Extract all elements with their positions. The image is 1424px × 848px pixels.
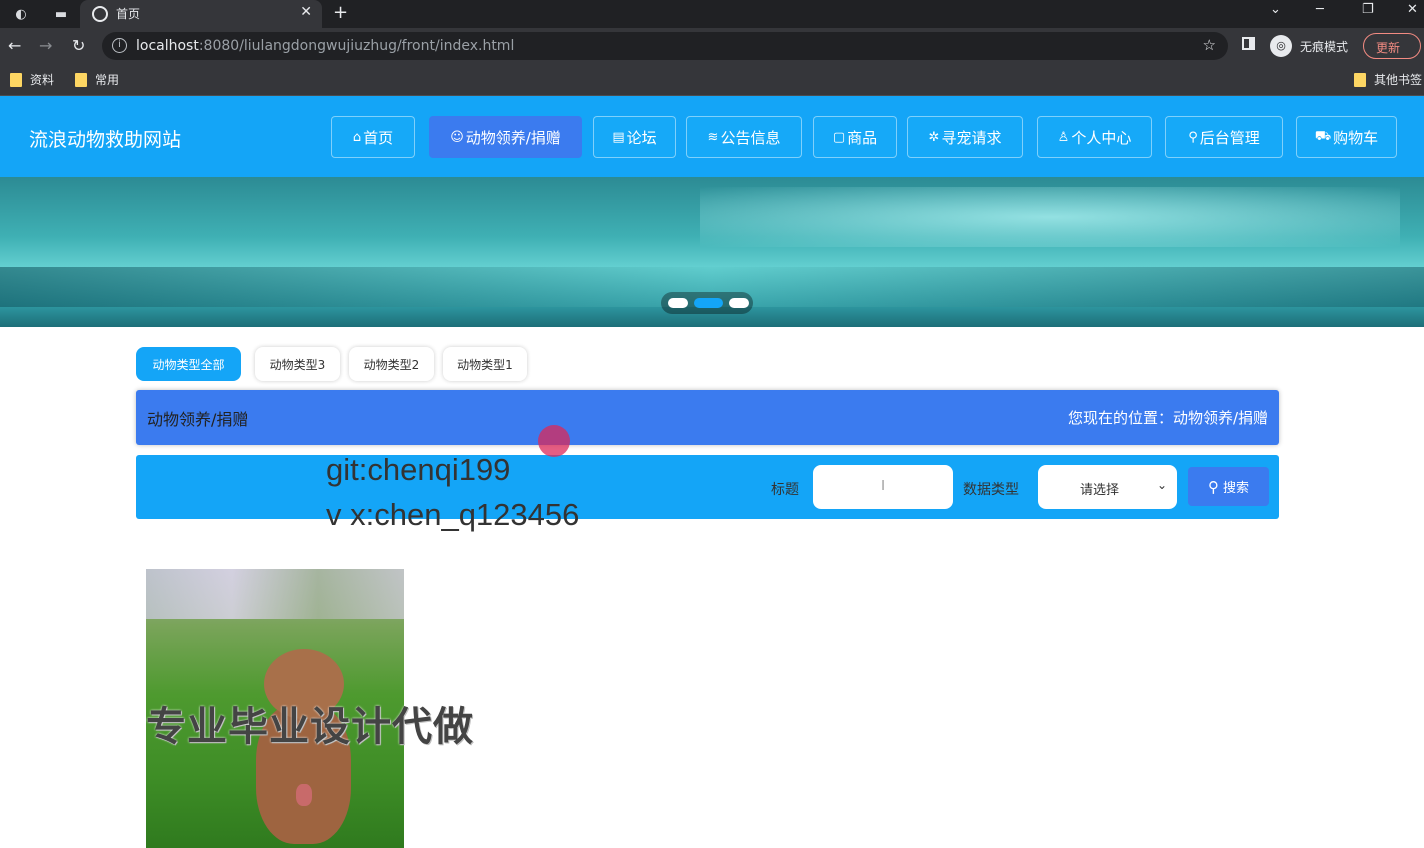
carousel-dot[interactable] [668, 298, 688, 308]
filter-all-types[interactable]: 动物类型全部 [136, 347, 241, 381]
globe-icon [92, 6, 108, 22]
minimize-icon[interactable]: ─ [1316, 2, 1324, 17]
current-location: 您现在的位置：动物领养/捐赠 [1067, 409, 1268, 427]
side-panel-icon[interactable] [1242, 37, 1255, 50]
site-title: 流浪动物救助网站 [29, 129, 182, 151]
document-icon: ▢ [832, 129, 846, 145]
restore-icon[interactable]: ❐ [1362, 2, 1374, 17]
bookmark-folder[interactable]: 资料 [10, 71, 54, 88]
search-bar: 标题 I 数据类型 请选择 ⌄ ⚲ 搜索 [136, 455, 1279, 519]
section-title: 动物领养/捐赠 [147, 410, 249, 429]
layers-icon: ≋ [707, 129, 719, 145]
url-bar[interactable]: i localhost:8080/liulangdongwujiuzhug/fr… [102, 32, 1228, 60]
nav-cart[interactable]: ⛟ 购物车 [1296, 116, 1397, 158]
title-label: 标题 [771, 482, 799, 498]
tab-title: 首页 [116, 7, 141, 21]
url-text: localhost:8080/liulangdongwujiuzhug/fron… [136, 38, 515, 54]
reload-icon[interactable]: ↻ [72, 36, 85, 55]
bookmark-folder[interactable]: 常用 [75, 71, 119, 88]
type-label: 数据类型 [963, 482, 1019, 498]
browser-menu-icon[interactable]: ◐ [10, 3, 32, 25]
folder-icon [1354, 72, 1366, 87]
search-button[interactable]: ⚲ 搜索 [1188, 467, 1269, 506]
new-tab-icon[interactable]: + [333, 2, 348, 23]
bookmarks-bar: 资料 常用 其他书签 [0, 64, 1424, 96]
carousel-dot[interactable] [729, 298, 749, 308]
forum-icon: ▤ [612, 129, 625, 145]
carousel-dot-active[interactable] [694, 298, 723, 308]
tab-list-icon[interactable]: ⌄ [1270, 2, 1281, 17]
other-bookmarks[interactable]: 其他书签 [1354, 71, 1422, 88]
breadcrumb: 动物领养/捐赠 您现在的位置：动物领养/捐赠 [136, 390, 1279, 445]
watermark-overlay: 专业毕业设计代做 [146, 704, 474, 750]
link-icon: ⚲ [1188, 129, 1198, 145]
site-info-icon[interactable]: i [112, 38, 127, 53]
back-icon[interactable]: ← [8, 36, 21, 55]
address-toolbar: ← → ↻ i localhost:8080/liulangdongwujiuz… [0, 28, 1424, 64]
cursor-highlight [538, 425, 570, 457]
tab-search-icon[interactable]: ▬ [50, 3, 72, 25]
nav-goods[interactable]: ▢ 商品 [813, 116, 897, 158]
nav-pet-search[interactable]: ✲ 寻宠请求 [907, 116, 1023, 158]
watermark-git: git:chenqi199 [326, 452, 511, 487]
close-window-icon[interactable]: ✕ [1407, 2, 1418, 17]
bookmark-star-icon[interactable]: ☆ [1203, 36, 1216, 54]
filter-type-1[interactable]: 动物类型1 [443, 347, 527, 381]
website: 流浪动物救助网站 ⌂ 首页 ☺ 动物领养/捐赠 ▤ 论坛 ≋ 公告信息 ▢ 商品 ✲ 寻宠请… [0, 96, 1424, 848]
incognito-icon: ◎ [1270, 35, 1292, 57]
banner-carousel [0, 177, 1424, 327]
nav-announcements[interactable]: ≋ 公告信息 [686, 116, 802, 158]
chevron-down-icon: ⌄ [1156, 478, 1167, 492]
nav-forum[interactable]: ▤ 论坛 [593, 116, 676, 158]
home-icon: ⌂ [352, 129, 362, 145]
incognito-label: 无痕模式 [1300, 40, 1349, 54]
refresh-icon: ✲ [928, 129, 940, 145]
forward-icon[interactable]: → [39, 36, 52, 55]
pet-icon: ☺ [450, 129, 464, 145]
update-button[interactable]: 更新 [1363, 33, 1421, 59]
title-search-input[interactable]: I [813, 465, 953, 509]
carousel-indicators [661, 292, 753, 314]
cart-icon: ⛟ [1314, 128, 1332, 144]
filter-type-3[interactable]: 动物类型3 [255, 347, 340, 381]
nav-adoption[interactable]: ☺ 动物领养/捐赠 [429, 116, 582, 158]
nav-admin[interactable]: ⚲ 后台管理 [1165, 116, 1283, 158]
site-header: 流浪动物救助网站 ⌂ 首页 ☺ 动物领养/捐赠 ▤ 论坛 ≋ 公告信息 ▢ 商品 ✲ 寻宠请… [0, 96, 1424, 177]
browser-tab-bar: ◐ ▬ 首页 ✕ + ⌄ ─ ❐ ✕ [0, 0, 1424, 28]
nav-personal-center[interactable]: ♙ 个人中心 [1037, 116, 1152, 158]
nav-home[interactable]: ⌂ 首页 [331, 116, 415, 158]
folder-icon [75, 72, 87, 87]
folder-icon [10, 72, 22, 87]
browser-tab[interactable]: 首页 ✕ [80, 0, 322, 28]
search-icon: ⚲ [1207, 477, 1219, 496]
type-select[interactable]: 请选择 ⌄ [1038, 465, 1177, 509]
filter-type-2[interactable]: 动物类型2 [349, 347, 434, 381]
close-tab-icon[interactable]: ✕ [300, 4, 312, 20]
user-icon: ♙ [1057, 129, 1070, 145]
watermark-wechat: v x:chen_q123456 [326, 497, 580, 532]
